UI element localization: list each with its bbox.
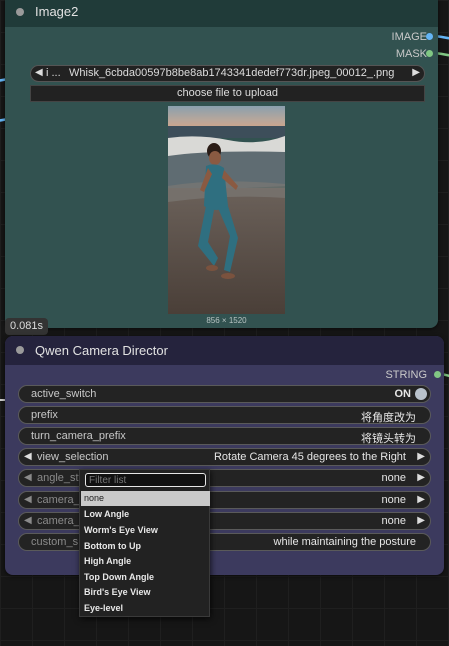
load-image-node-header[interactable]: Image2 <box>5 0 438 27</box>
image-selector[interactable]: ◀ i ... Whisk_6cbda00597b8be8ab1743341de… <box>30 65 425 82</box>
decrement-arrow-icon[interactable]: ◀ <box>24 494 32 505</box>
output-image-slot-icon[interactable] <box>426 33 433 40</box>
output-string-slot-icon[interactable] <box>434 371 441 378</box>
output-image-label: IMAGE <box>391 31 427 43</box>
widget-label: turn_camera_prefix <box>31 430 126 442</box>
dropdown-option[interactable]: none <box>81 491 210 506</box>
image-filename: Whisk_6cbda00597b8be8ab1743341dedef773dr… <box>69 67 395 79</box>
image-prev-arrow-icon[interactable]: ◀ <box>35 67 43 78</box>
dropdown-option[interactable]: High Angle <box>81 554 210 569</box>
camera-director-node-title: Qwen Camera Director <box>35 343 168 358</box>
dropdown-option[interactable]: Worm's Eye View <box>81 523 210 538</box>
dropdown-option[interactable]: Bottom to Up <box>81 539 210 554</box>
widget-value: none <box>381 494 406 506</box>
image-preview <box>168 106 285 314</box>
toggle-knob-icon[interactable] <box>415 388 427 400</box>
widget-turn-camera-prefix[interactable]: turn_camera_prefix 将镜头转为 <box>18 427 431 445</box>
increment-arrow-icon[interactable]: ▶ <box>417 451 425 462</box>
widget-value: 将镜头转为 <box>361 433 416 445</box>
widget-value: 将角度改为 <box>361 412 416 424</box>
filter-list-input[interactable] <box>85 473 206 487</box>
widget-active-switch[interactable]: active_switch ON <box>18 385 431 403</box>
increment-arrow-icon[interactable]: ▶ <box>417 494 425 505</box>
increment-arrow-icon[interactable]: ▶ <box>417 472 425 483</box>
choose-file-button[interactable]: choose file to upload <box>30 85 425 102</box>
output-string-label: STRING <box>385 369 427 381</box>
decrement-arrow-icon[interactable]: ◀ <box>24 472 32 483</box>
decrement-arrow-icon[interactable]: ◀ <box>24 515 32 526</box>
camera-director-node-header[interactable]: Qwen Camera Director <box>5 336 444 365</box>
widget-value: none <box>381 515 406 527</box>
widget-label: prefix <box>31 409 58 421</box>
image-dimensions: 856 × 1520 <box>206 316 247 325</box>
widget-view-selection[interactable]: ◀ view_selection Rotate Camera 45 degree… <box>18 448 431 466</box>
widget-value: while maintaining the posture <box>273 536 416 548</box>
widget-label: camera_ <box>37 515 80 527</box>
collapse-dot-icon[interactable] <box>16 8 24 16</box>
decrement-arrow-icon[interactable]: ◀ <box>24 451 32 462</box>
increment-arrow-icon[interactable]: ▶ <box>417 515 425 526</box>
image-next-arrow-icon[interactable]: ▶ <box>412 67 420 78</box>
widget-value: Rotate Camera 45 degrees to the Right <box>213 451 406 463</box>
widget-label: view_selection <box>37 451 109 463</box>
widget-label: angle_sty <box>37 472 85 484</box>
widget-label: custom_s <box>31 536 79 548</box>
widget-label: active_switch <box>31 388 97 400</box>
combo-dropdown-menu[interactable]: none Low Angle Worm's Eye View Bottom to… <box>79 469 210 617</box>
execution-time-badge: 0.081s <box>5 318 49 335</box>
widget-value: none <box>381 472 406 484</box>
dropdown-option[interactable]: Low Angle <box>81 507 210 522</box>
dropdown-option[interactable]: Eye-level <box>81 601 210 616</box>
collapse-dot-icon[interactable] <box>16 346 24 354</box>
camera-director-node[interactable]: Qwen Camera Director STRING active_switc… <box>5 336 444 575</box>
dropdown-option[interactable]: Bird's Eye View <box>81 585 210 600</box>
toggle-state: ON <box>394 388 412 400</box>
load-image-node-title: Image2 <box>35 4 79 19</box>
widget-prefix[interactable]: prefix 将角度改为 <box>18 406 431 424</box>
dropdown-option[interactable]: Top Down Angle <box>81 570 210 585</box>
output-mask-slot-icon[interactable] <box>426 50 433 57</box>
output-mask-label: MASK <box>395 48 427 60</box>
image-index: i ... <box>46 67 61 79</box>
widget-label: camera_ <box>37 494 80 506</box>
